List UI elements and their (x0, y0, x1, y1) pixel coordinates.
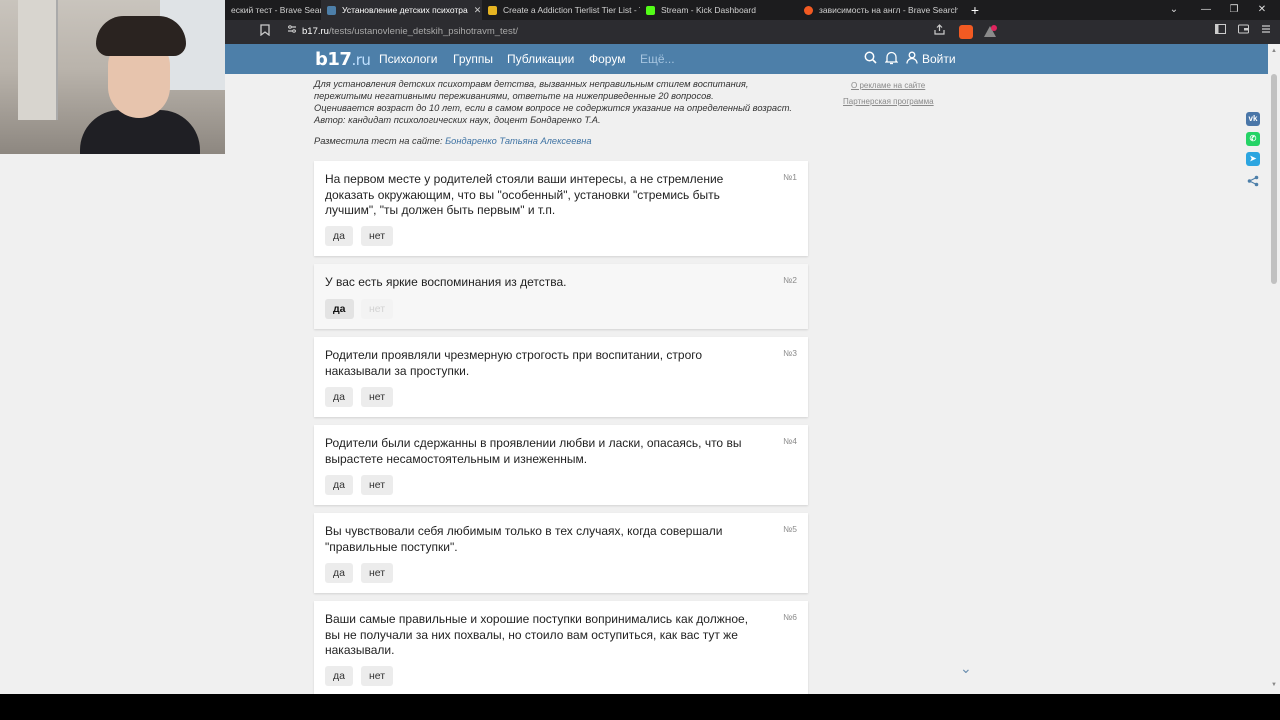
logo-suffix: .ru (351, 51, 371, 69)
question-text: Родители проявляли чрезмерную строгость … (325, 348, 703, 378)
nav-groups[interactable]: Группы (453, 52, 493, 66)
nav-more[interactable]: Ещё... (640, 52, 675, 66)
url-field[interactable]: b17.ru/tests/ustanovlenie_detskih_psihot… (302, 24, 518, 40)
question-text: Ваши самые правильные и хорошие поступки… (325, 612, 749, 657)
question-number: №3 (783, 348, 797, 358)
bottom-black-bar (0, 694, 1280, 720)
test-author-line: Разместила тест на сайте: Бондаренко Тат… (314, 136, 592, 146)
search-icon[interactable] (862, 51, 878, 67)
menu-icon[interactable] (1258, 24, 1274, 40)
tab-tierlist[interactable]: Create a Addiction Tierlist Tier List - … (482, 0, 640, 20)
question-text: Вы чувствовали себя любимым только в тех… (325, 524, 723, 554)
question-text: У вас есть яркие воспоминания из детства… (325, 275, 567, 289)
whatsapp-icon[interactable]: ✆ (1246, 132, 1260, 146)
question-card: У вас есть яркие воспоминания из детства… (314, 264, 808, 329)
advertising-link[interactable]: О рекламе на сайте (851, 81, 925, 90)
b17-favicon-icon (327, 5, 336, 15)
tab-label: Stream - Kick Dashboard (661, 5, 756, 15)
question-card: Родители были сдержанны в проявлении люб… (314, 425, 808, 505)
scroll-down-chevron-icon[interactable]: ⌄ (960, 660, 972, 677)
site-info-icon[interactable] (284, 24, 300, 40)
share-page-icon[interactable] (931, 24, 947, 40)
question-card: Родители проявляли чрезмерную строгость … (314, 337, 808, 417)
login-link[interactable]: Войти (922, 52, 956, 66)
nav-publications[interactable]: Публикации (507, 52, 574, 66)
tab-label: Create a Addiction Tierlist Tier List - … (503, 5, 640, 15)
answer-yes-button[interactable]: да (325, 299, 354, 319)
webcam-overlay (0, 0, 225, 154)
vk-icon[interactable]: vk (1246, 112, 1260, 126)
answer-no-button[interactable]: нет (361, 299, 394, 319)
question-card: Ваши самые правильные и хорошие поступки… (314, 601, 808, 696)
answer-no-button[interactable]: нет (361, 226, 394, 246)
close-tab-icon[interactable]: ✕ (474, 5, 482, 16)
brave-shields-icon[interactable] (959, 25, 973, 39)
tab-brave-search-2[interactable]: зависимость на англ - Brave Search (798, 0, 958, 20)
answer-yes-button[interactable]: да (325, 563, 353, 583)
answer-no-button[interactable]: нет (361, 563, 394, 583)
close-window-button[interactable]: ✕ (1252, 0, 1272, 20)
user-icon[interactable] (904, 51, 920, 67)
url-path: /tests/ustanovlenie_detskih_psihotravm_t… (328, 26, 518, 37)
scrollbar-thumb[interactable] (1271, 74, 1277, 284)
bell-icon[interactable] (883, 51, 899, 67)
tiermaker-favicon-icon (488, 5, 497, 15)
answer-yes-button[interactable]: да (325, 387, 353, 407)
intro-line: Автор: кандидат психологических наук, до… (314, 115, 601, 125)
question-number: №5 (783, 524, 797, 534)
question-number: №6 (783, 612, 797, 622)
answer-no-button[interactable]: нет (361, 387, 394, 407)
screen: { "browser": { "tabs": [ {"label": "ески… (0, 0, 1280, 720)
question-number: №1 (783, 172, 797, 182)
new-tab-button[interactable]: + (968, 0, 982, 20)
restore-button[interactable]: ❐ (1224, 0, 1244, 20)
sidebar-toggle-icon[interactable] (1212, 24, 1228, 40)
share-icon[interactable] (1246, 175, 1260, 189)
tab-label: еский тест - Brave Search (231, 5, 321, 15)
intro-line: пережитыми негативными переживаниями, от… (314, 91, 714, 101)
brave-rewards-icon[interactable] (983, 25, 997, 39)
scroll-up-arrow-icon[interactable]: ▲ (1268, 48, 1280, 54)
answer-no-button[interactable]: нет (361, 475, 394, 495)
question-card: На первом месте у родителей стояли ваши … (314, 161, 808, 256)
kick-favicon-icon (646, 5, 655, 15)
site-logo[interactable]: b17.ru (315, 49, 371, 70)
tab-search-chevron-icon[interactable]: ⌄ (1164, 0, 1184, 20)
partner-program-link[interactable]: Партнерская программа (843, 97, 934, 106)
question-text: На первом месте у родителей стояли ваши … (325, 172, 724, 217)
page-scrollbar[interactable]: ▲ ▼ (1268, 44, 1280, 694)
url-host: b17.ru (302, 26, 329, 37)
intro-line: Для установления детских психотравм детс… (314, 79, 749, 89)
answer-no-button[interactable]: нет (361, 666, 394, 686)
tab-b17-test[interactable]: Установление детских психотра ✕ (321, 0, 482, 20)
question-card: Вы чувствовали себя любимым только в тех… (314, 513, 808, 593)
author-link[interactable]: Бондаренко Татьяна Алексеевна (445, 136, 591, 146)
answer-yes-button[interactable]: да (325, 226, 353, 246)
webcam-person-hair (96, 16, 186, 56)
wallet-icon[interactable] (1235, 24, 1251, 40)
minimize-button[interactable]: — (1196, 0, 1216, 20)
intro-line: Оценивается возраст до 10 лет, если в са… (314, 103, 792, 113)
tab-kick-dashboard[interactable]: Stream - Kick Dashboard (640, 0, 798, 20)
nav-forum[interactable]: Форум (589, 52, 625, 66)
bookmark-icon[interactable] (257, 24, 273, 40)
scroll-down-arrow-icon[interactable]: ▼ (1268, 682, 1280, 688)
tab-label: зависимость на англ - Brave Search (819, 5, 958, 15)
question-number: №2 (783, 275, 797, 285)
question-text: Родители были сдержанны в проявлении люб… (325, 436, 742, 466)
nav-psychologists[interactable]: Психологи (379, 52, 438, 66)
logo-main: b17 (315, 49, 352, 70)
site-header: b17.ru Психологи Группы Публикации Форум… (225, 44, 1280, 74)
tab-brave-search-1[interactable]: еский тест - Brave Search (225, 0, 321, 20)
brave-favicon-icon (804, 5, 813, 15)
test-description: Для установления детских психотравм детс… (314, 78, 814, 126)
webcam-background-door (18, 0, 58, 120)
telegram-icon[interactable]: ➤ (1246, 152, 1260, 166)
answer-yes-button[interactable]: да (325, 666, 353, 686)
author-prefix: Разместила тест на сайте: (314, 136, 446, 146)
answer-yes-button[interactable]: да (325, 475, 353, 495)
question-number: №4 (783, 436, 797, 446)
tab-label: Установление детских психотра (342, 5, 468, 15)
